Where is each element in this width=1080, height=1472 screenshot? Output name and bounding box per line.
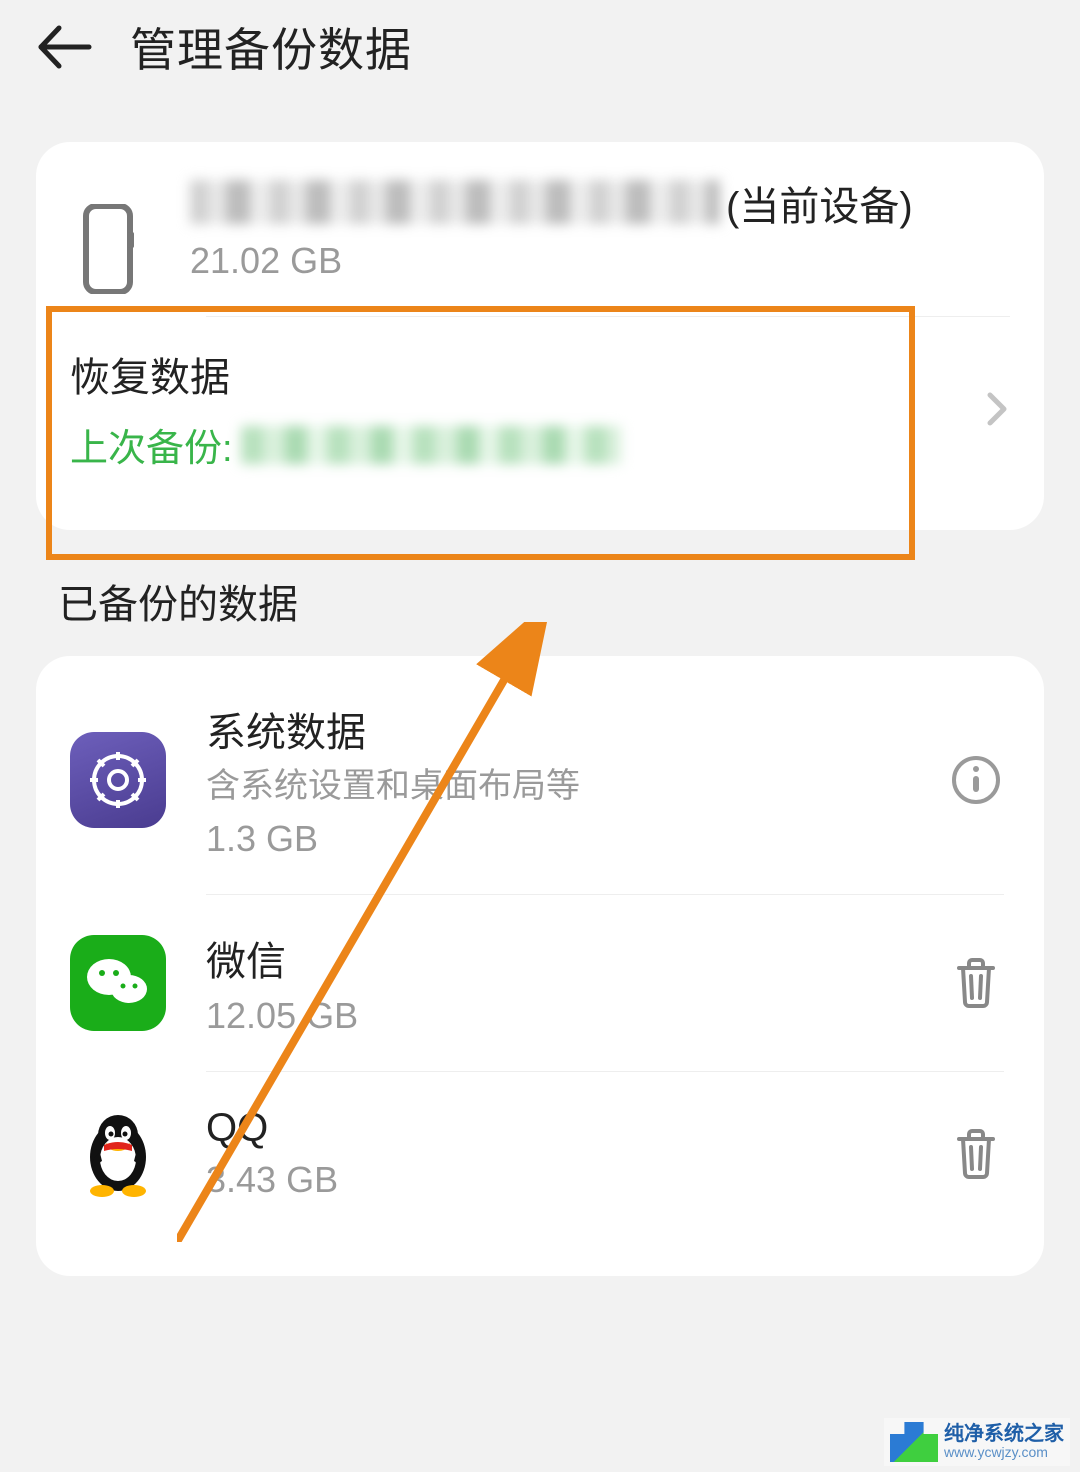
- backed-up-section-title: 已备份的数据: [58, 572, 1080, 630]
- item-size: 3.43 GB: [206, 1159, 948, 1201]
- gear-icon: [70, 732, 166, 828]
- back-button[interactable]: [30, 12, 100, 82]
- back-arrow-icon: [35, 22, 95, 72]
- phone-icon: [70, 204, 150, 294]
- list-item-qq[interactable]: QQ 3.43 GB: [36, 1072, 1044, 1236]
- item-size: 12.05 GB: [206, 995, 948, 1037]
- item-title: 微信: [206, 929, 948, 987]
- page-title: 管理备份数据: [130, 14, 412, 80]
- item-title: 系统数据: [206, 700, 948, 758]
- device-name-redacted: [190, 180, 720, 224]
- watermark-title: 纯净系统之家: [944, 1424, 1064, 1445]
- delete-icon[interactable]: [948, 955, 1004, 1011]
- watermark: 纯净系统之家 www.ycwjzy.com: [884, 1418, 1070, 1466]
- watermark-icon: [890, 1422, 938, 1462]
- chevron-right-icon: [984, 389, 1010, 429]
- item-size: 1.3 GB: [206, 818, 948, 860]
- device-size: 21.02 GB: [190, 240, 1010, 282]
- qq-icon: [70, 1106, 166, 1202]
- wechat-icon: [70, 935, 166, 1031]
- item-title: QQ: [206, 1106, 948, 1151]
- restore-date-redacted: [241, 426, 621, 464]
- backed-up-list: 系统数据 含系统设置和桌面布局等 1.3 GB 微信: [36, 656, 1044, 1276]
- watermark-url: www.ycwjzy.com: [944, 1445, 1064, 1460]
- list-item-wechat[interactable]: 微信 12.05 GB: [36, 895, 1044, 1071]
- device-row[interactable]: (当前设备) 21.02 GB: [36, 170, 1044, 294]
- restore-row[interactable]: 恢复数据 上次备份:: [36, 317, 1044, 510]
- restore-title: 恢复数据: [70, 345, 964, 403]
- restore-sub-label: 上次备份:: [70, 417, 233, 472]
- info-icon[interactable]: [948, 752, 1004, 808]
- item-desc: 含系统设置和桌面布局等: [206, 764, 948, 810]
- topbar: 管理备份数据: [0, 0, 1080, 112]
- device-text: (当前设备) 21.02 GB: [190, 174, 1010, 282]
- delete-icon[interactable]: [948, 1126, 1004, 1182]
- device-card: (当前设备) 21.02 GB 恢复数据 上次备份:: [36, 142, 1044, 530]
- list-item-system[interactable]: 系统数据 含系统设置和桌面布局等 1.3 GB: [36, 666, 1044, 894]
- device-suffix: (当前设备): [726, 174, 913, 232]
- restore-sub: 上次备份:: [70, 417, 964, 472]
